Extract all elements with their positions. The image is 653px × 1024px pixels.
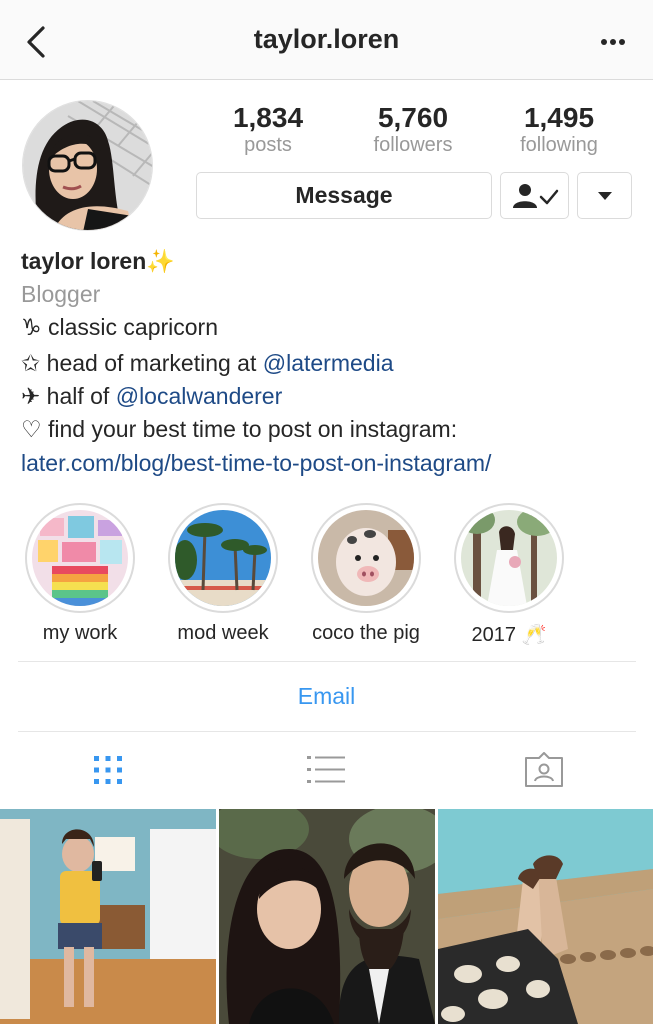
message-button[interactable]: Message (196, 172, 492, 219)
profile-avatar[interactable] (22, 100, 153, 231)
following-count: 1,495 (523, 102, 595, 133)
more-options-button[interactable] (593, 22, 633, 62)
profile-name: taylor loren✨ (21, 248, 175, 275)
bio-line-2-text: ✩ head of marketing at (21, 350, 263, 376)
top-nav-bar: taylor.loren (0, 0, 653, 80)
followers-stat[interactable]: 5,760 followers (348, 102, 478, 156)
bio-line-2: ✩ head of marketing at @latermedia (21, 350, 393, 377)
website-link[interactable]: later.com/blog/best-time-to-post-on-inst… (21, 450, 491, 477)
email-contact-button[interactable]: Email (0, 683, 653, 710)
grid-icon (94, 756, 122, 784)
mention-localwanderer-link[interactable]: @localwanderer (116, 383, 283, 409)
highlight-label: coco the pig (312, 622, 420, 644)
profile-category: Blogger (21, 281, 101, 307)
tab-tagged[interactable] (514, 748, 574, 792)
bio-line-3: ✈ half of @localwanderer (21, 383, 282, 410)
tagged-person-icon (525, 752, 563, 787)
following-label: following (520, 134, 598, 156)
following-stat[interactable]: 1,495 following (494, 102, 624, 156)
triangle-down-icon (597, 191, 612, 200)
profile-name-text: taylor loren (21, 248, 147, 274)
highlight-label: 2017 🥂 (471, 624, 547, 646)
highlight-2017[interactable]: 2017 🥂 (453, 503, 565, 647)
post-thumbnail[interactable] (438, 809, 653, 1024)
sparkles-emoji: ✨ (146, 248, 175, 274)
mention-latermedia-link[interactable]: @latermedia (263, 350, 394, 376)
followers-count: 5,760 (377, 102, 449, 133)
post-thumbnail[interactable] (219, 809, 435, 1024)
post-thumbnail[interactable] (0, 809, 216, 1024)
following-button[interactable] (500, 172, 569, 219)
person-check-icon (512, 183, 558, 208)
tab-list[interactable] (296, 748, 356, 792)
highlight-coco-the-pig[interactable]: coco the pig (310, 503, 422, 645)
highlight-label: mod week (177, 622, 269, 644)
bio-line-3-text: ✈ half of (21, 383, 116, 409)
more-horizontal-icon (601, 39, 625, 45)
highlight-cover (461, 510, 557, 606)
highlight-ring (311, 503, 421, 613)
posts-label: posts (244, 134, 292, 156)
highlight-ring (168, 503, 278, 613)
highlight-label: my work (42, 622, 118, 644)
highlight-cover (32, 510, 128, 606)
highlight-mod-week[interactable]: mod week (167, 503, 279, 645)
divider (18, 661, 636, 662)
posts-stat[interactable]: 1,834 posts (203, 102, 333, 156)
bio-line-1: ♑ classic capricorn (21, 314, 219, 340)
suggestions-dropdown-button[interactable] (577, 172, 632, 219)
bio-line-4: ♡ find your best time to post on instagr… (21, 416, 458, 442)
highlight-ring (454, 503, 564, 613)
username-title: taylor.loren (253, 24, 400, 54)
posts-count: 1,834 (232, 102, 304, 133)
tab-grid[interactable] (78, 748, 138, 792)
divider (18, 731, 636, 732)
list-icon (307, 756, 345, 783)
highlight-cover (175, 510, 271, 606)
highlight-ring (25, 503, 135, 613)
followers-label: followers (373, 134, 453, 156)
highlight-cover (318, 510, 414, 606)
highlight-my-work[interactable]: my work (24, 503, 136, 645)
